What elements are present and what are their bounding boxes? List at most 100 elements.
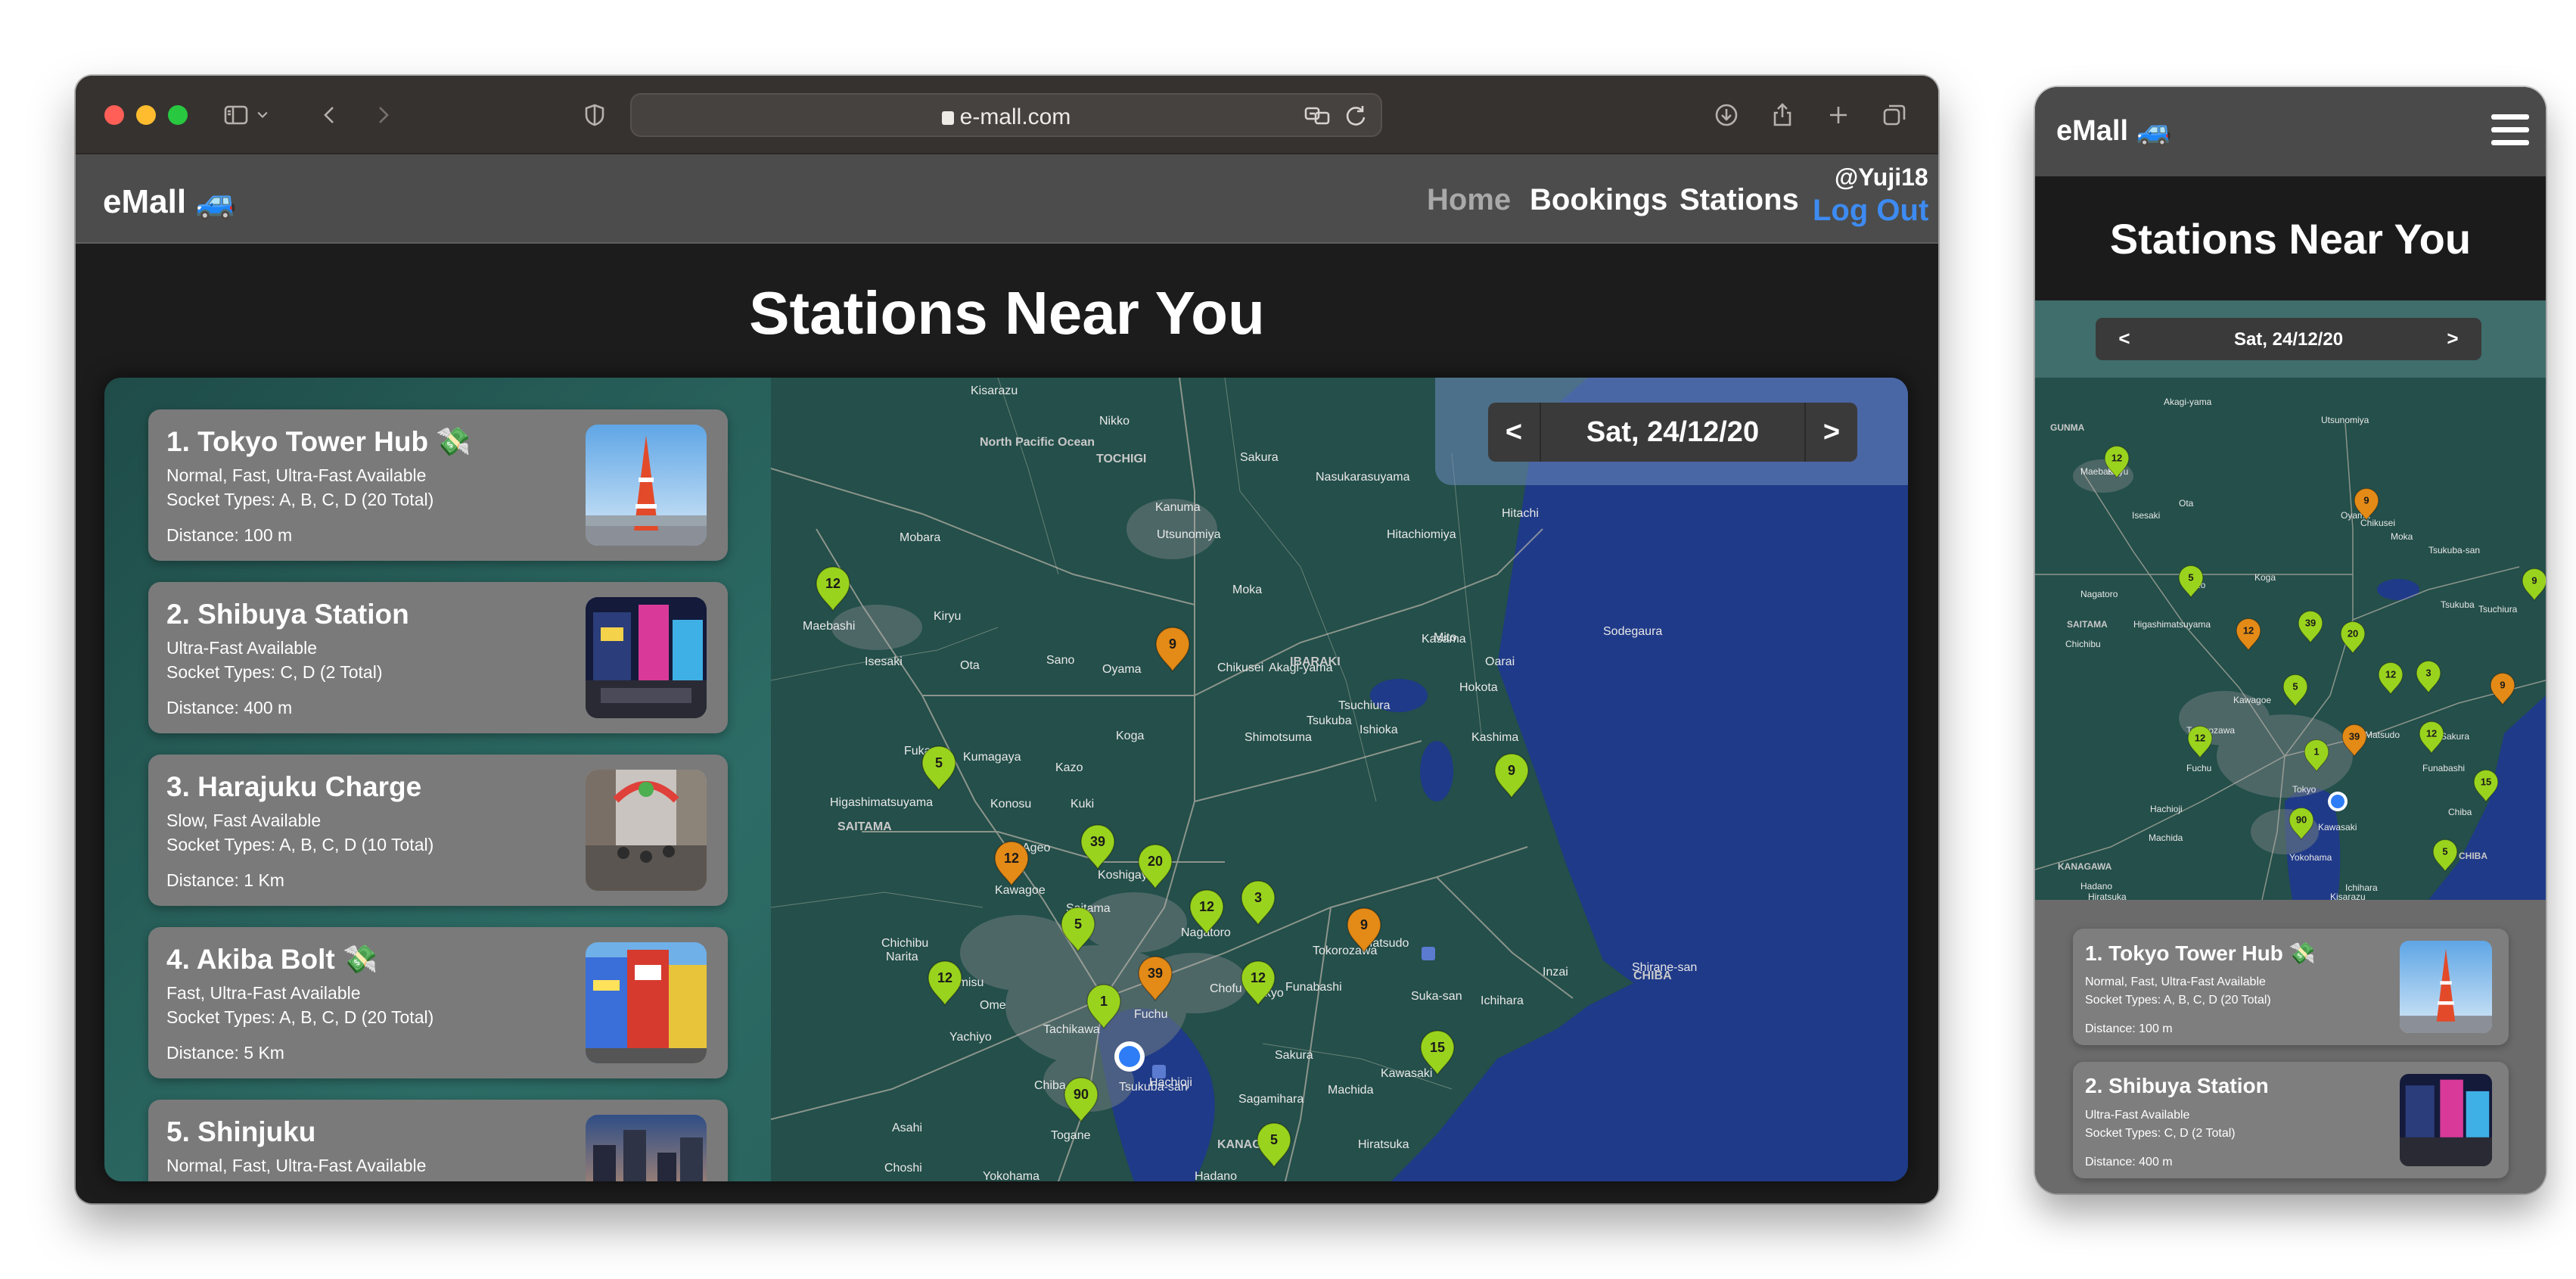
station-title: 4. Akiba Bolt 💸 xyxy=(166,944,378,975)
station-card[interactable]: 4. Akiba Bolt 💸 Fast, Ultra-Fast Availab… xyxy=(148,927,728,1078)
map-place-label: Chiba xyxy=(1034,1079,1066,1092)
station-marker-count: 90 xyxy=(1074,1087,1089,1102)
map-place-label: Tsukuba-san xyxy=(1119,1081,1188,1094)
map-place-label: Tsukuba xyxy=(1307,714,1352,727)
station-marker-count: 1 xyxy=(1100,994,1108,1009)
lock-icon xyxy=(941,111,954,125)
station-title: 1. Tokyo Tower Hub 💸 xyxy=(2085,941,2316,965)
map-place-label: Narita xyxy=(886,951,918,963)
reload-icon[interactable] xyxy=(1341,101,1370,130)
map-place-label: Fuchu xyxy=(1134,1008,1167,1021)
address-bar[interactable]: e-mall.com xyxy=(630,93,1382,137)
nav-stations-link[interactable]: Stations xyxy=(1680,183,1799,217)
station-list[interactable]: 1. Tokyo Tower Hub 💸 Normal, Fast, Ultra… xyxy=(104,378,771,1181)
map-place-label: Hadano xyxy=(2080,881,2112,892)
map-place-label: Nagatoro xyxy=(2080,589,2118,599)
station-marker-count: 39 xyxy=(2305,618,2316,629)
station-marker-count: 12 xyxy=(2111,453,2122,464)
previous-day-button[interactable]: < xyxy=(1488,403,1541,462)
map-place-label: Moka xyxy=(1232,583,1262,596)
hamburger-icon[interactable] xyxy=(2491,114,2529,146)
tabs-icon[interactable] xyxy=(1875,95,1914,135)
station-speeds: Ultra-Fast Available xyxy=(2085,1109,2190,1122)
zoom-window-button[interactable] xyxy=(168,105,188,125)
map-place-label: Asahi xyxy=(892,1122,922,1134)
map-place-label: Konosu xyxy=(990,798,1031,811)
station-speeds: Slow, Fast Available xyxy=(166,811,322,830)
station-card[interactable]: 3. Harajuku Charge Slow, Fast Available … xyxy=(148,755,728,906)
brand-logo[interactable]: eMall 🚙 xyxy=(2056,114,2172,148)
map-place-label: Utsunomiya xyxy=(1157,528,1221,541)
station-list[interactable]: 1. Tokyo Tower Hub 💸 Normal, Fast, Ultra… xyxy=(2035,900,2546,1193)
map-place-label: Chichibu xyxy=(881,937,928,950)
next-day-button[interactable]: > xyxy=(2430,327,2475,350)
nav-home-link[interactable]: Home xyxy=(1427,183,1511,217)
page-title: Stations Near You xyxy=(749,279,1265,347)
map-place-label: Isesaki xyxy=(865,655,903,668)
map-place-label: Oyama xyxy=(1102,663,1142,676)
selected-date: Sat, 24/12/20 xyxy=(1586,416,1760,448)
map-place-label: Kisarazu xyxy=(971,384,1018,397)
map-place-label: Higashimatsuyama xyxy=(2133,619,2211,630)
map-place-label: Tsuchiura xyxy=(1338,699,1391,712)
username-label: @Yuji18 xyxy=(1835,163,1928,191)
map-place-label: Maebashi xyxy=(803,620,855,633)
station-card[interactable]: 1. Tokyo Tower Hub 💸 Normal, Fast, Ultra… xyxy=(148,409,728,561)
station-distance: Distance: 1 Km xyxy=(166,870,284,890)
station-card[interactable]: 2. Shibuya Station Ultra-Fast Available … xyxy=(2073,1062,2509,1178)
location-dot-core xyxy=(1119,1046,1140,1067)
station-marker-count: 12 xyxy=(1004,851,1019,866)
station-marker-count: 20 xyxy=(2348,628,2358,640)
map-canvas[interactable]: Maebashi Kiryu Isesaki Ota Sano Oyama Utsunomi… xyxy=(771,378,1908,1181)
map-place-label: Funabashi xyxy=(2422,763,2465,773)
station-card[interactable]: 1. Tokyo Tower Hub 💸 Normal, Fast, Ultra… xyxy=(2073,929,2509,1045)
tokyo-tower-photo xyxy=(586,425,707,546)
station-title: 2. Shibuya Station xyxy=(2085,1074,2269,1097)
map-place-label: Ome xyxy=(980,999,1006,1012)
stations-map[interactable]: GUNMAMaebashiKiryuIsesakiOtaUtsunomiyaOy… xyxy=(2035,378,2546,900)
station-marker-count: 1 xyxy=(2313,746,2319,758)
station-card[interactable]: 5. Shinjuku Normal, Fast, Ultra-Fast Ava… xyxy=(148,1100,728,1181)
station-marker-count: 5 xyxy=(2442,846,2447,857)
station-speeds: Normal, Fast, Ultra-Fast Available xyxy=(166,1156,427,1175)
station-speeds: Normal, Fast, Ultra-Fast Available xyxy=(2085,976,2266,988)
chevron-down-icon[interactable] xyxy=(251,95,274,135)
map-place-label: Ishioka xyxy=(1359,724,1398,736)
share-icon[interactable] xyxy=(1763,95,1802,135)
previous-day-button[interactable]: < xyxy=(2102,327,2147,350)
map-place-label: Kumagaya xyxy=(963,751,1021,764)
map-place-label: Akagi-yama xyxy=(2164,397,2212,407)
map-place-label: Hachioji xyxy=(2150,804,2183,814)
mobile-navbar: eMall 🚙 xyxy=(2035,87,2546,176)
map-place-label: Hitachi xyxy=(1502,507,1539,520)
map-place-label: Chiba xyxy=(2448,807,2472,817)
station-marker-count: 3 xyxy=(1254,890,1262,905)
airport-icon xyxy=(1152,1065,1166,1078)
plus-icon[interactable] xyxy=(1819,95,1858,135)
forward-icon[interactable] xyxy=(363,95,402,135)
station-card[interactable]: 2. Shibuya Station Ultra-Fast Available … xyxy=(148,582,728,733)
map-place-label: Hokota xyxy=(1459,681,1498,694)
translate-icon[interactable] xyxy=(1304,101,1332,130)
map-place-label: Machida xyxy=(1328,1084,1374,1097)
shield-icon[interactable] xyxy=(575,95,614,135)
next-day-button[interactable]: > xyxy=(1804,403,1857,462)
minimize-window-button[interactable] xyxy=(136,105,156,125)
stations-panel: 1. Tokyo Tower Hub 💸 Normal, Fast, Ultra… xyxy=(104,378,1908,1181)
brand-logo[interactable]: eMall 🚙 xyxy=(103,182,237,221)
stations-map[interactable]: Maebashi Kiryu Isesaki Ota Sano Oyama Utsunomi… xyxy=(771,378,1908,1181)
download-icon[interactable] xyxy=(1707,95,1746,135)
map-place-label: SAITAMA xyxy=(837,820,892,833)
back-icon[interactable] xyxy=(310,95,350,135)
stations-page: Stations Near You 1. Tokyo Tower Hub 💸 N… xyxy=(76,244,1938,1203)
logout-link[interactable]: Log Out xyxy=(1813,194,1928,228)
date-selector: < Sat, 24/12/20 > xyxy=(1488,403,1857,462)
station-marker-count: 12 xyxy=(2426,728,2437,739)
close-window-button[interactable] xyxy=(104,105,124,125)
map-place-label: Matsudo xyxy=(2365,730,2400,740)
sidebar-icon[interactable] xyxy=(216,95,256,135)
station-speeds: Normal, Fast, Ultra-Fast Available xyxy=(166,465,427,485)
nav-bookings-link[interactable]: Bookings xyxy=(1530,183,1667,217)
map-canvas[interactable]: GUNMAMaebashiKiryuIsesakiOtaUtsunomiyaOy… xyxy=(2035,378,2546,900)
station-marker-count: 9 xyxy=(1508,763,1515,778)
